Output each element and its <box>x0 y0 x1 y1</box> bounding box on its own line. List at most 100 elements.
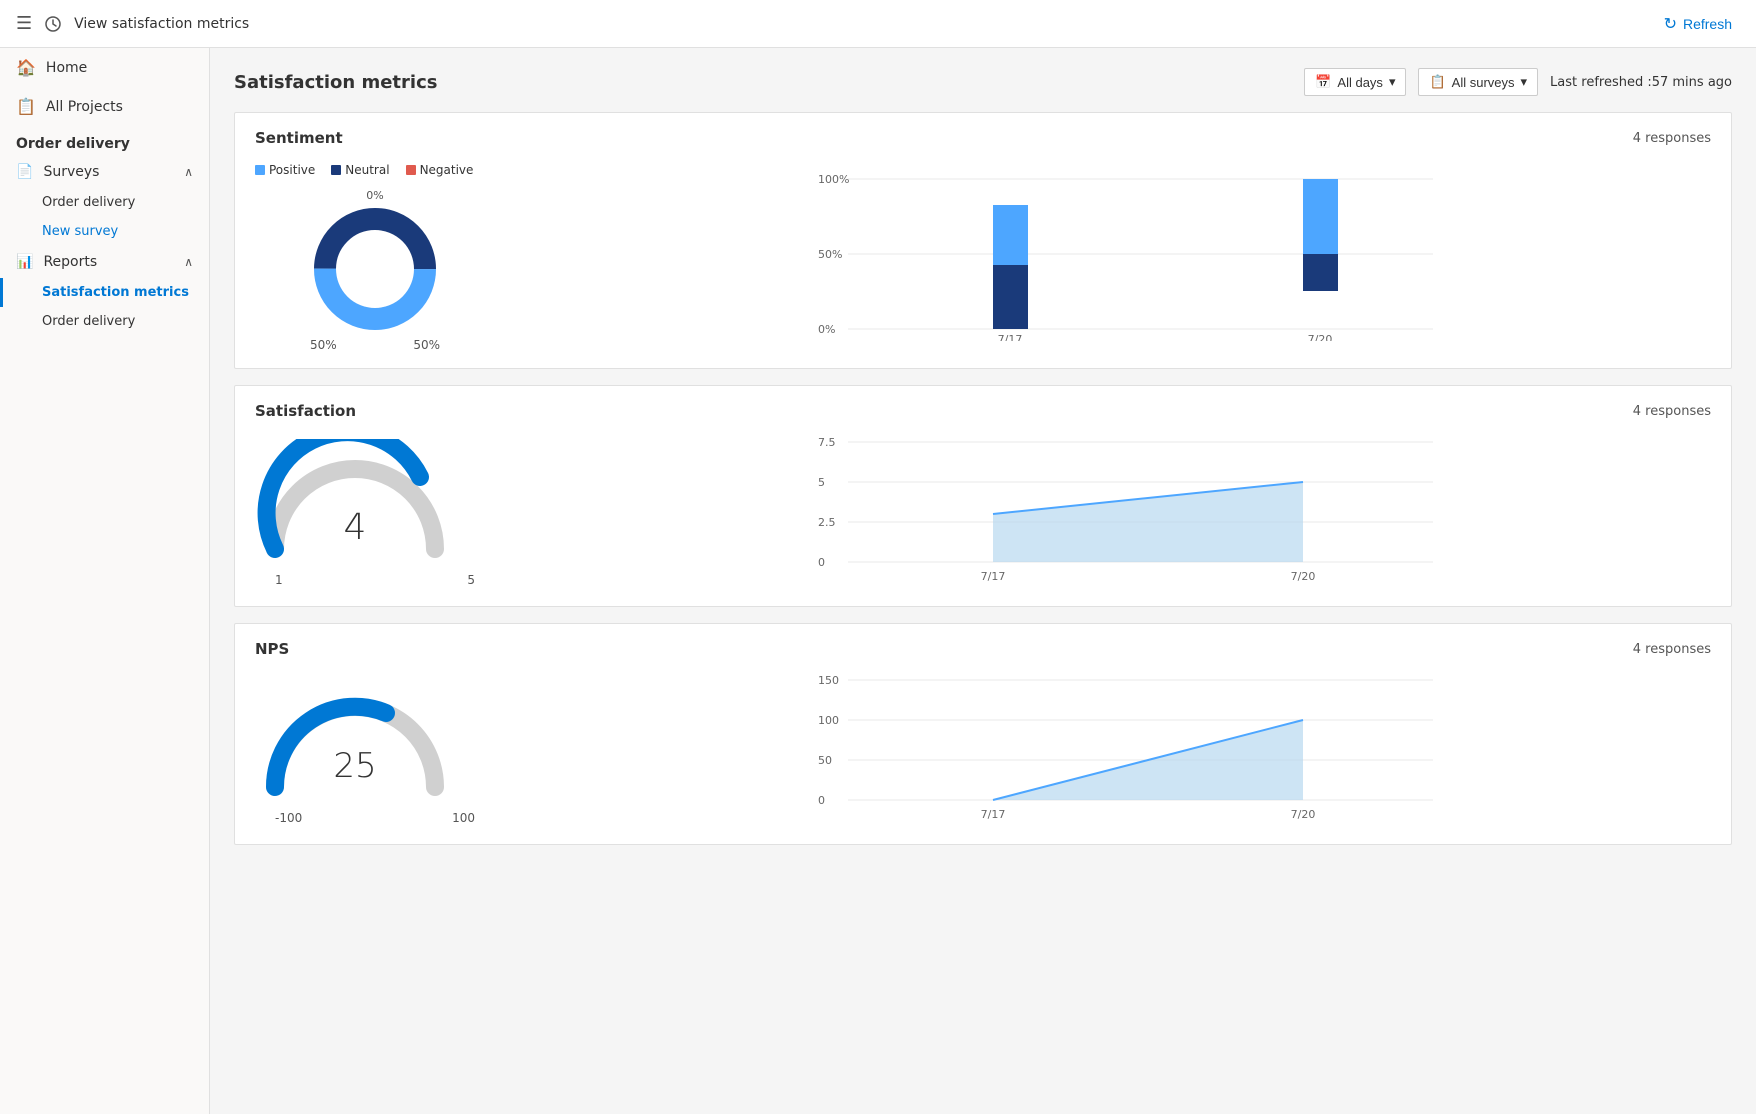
nps-area-section: 150 100 50 0 <box>535 674 1711 828</box>
donut-top-label: 0% <box>366 189 383 202</box>
page-title: Satisfaction metrics <box>234 72 437 93</box>
donut-chart <box>310 204 440 334</box>
svg-text:0: 0 <box>818 556 825 569</box>
sentiment-responses: 4 responses <box>1633 131 1711 146</box>
nps-gauge-section: 25 -100 100 <box>255 677 495 825</box>
surveys-group-left: 📄 Surveys <box>16 164 99 180</box>
bar-720-positive <box>1303 179 1338 254</box>
surveys-filter-button[interactable]: 📋 All surveys ▾ <box>1418 68 1538 96</box>
sentiment-card-header: Sentiment 4 responses <box>255 129 1711 147</box>
hamburger-icon[interactable]: ☰ <box>16 13 32 34</box>
bar-720-neutral <box>1303 254 1338 291</box>
sentiment-donut-section: Positive Neutral Negative 0% <box>255 163 495 352</box>
nps-gauge: 25 <box>255 677 455 807</box>
svg-text:0%: 0% <box>818 323 835 336</box>
legend-positive: Positive <box>255 163 315 177</box>
reports-chevron-icon: ∧ <box>184 255 193 269</box>
sidebar-item-all-projects[interactable]: 📋 All Projects <box>0 87 209 126</box>
top-bar: ☰ View satisfaction metrics ↻ Refresh <box>0 0 1756 48</box>
sentiment-title: Sentiment <box>255 129 343 147</box>
surveys-filter-label: All surveys <box>1452 75 1515 90</box>
satisfaction-card-header: Satisfaction 4 responses <box>255 402 1711 420</box>
svg-text:5: 5 <box>818 476 825 489</box>
svg-text:100: 100 <box>818 714 839 727</box>
bar-717-positive <box>993 205 1028 265</box>
days-filter-button[interactable]: 📅 All days ▾ <box>1304 68 1406 96</box>
page-controls: 📅 All days ▾ 📋 All surveys ▾ Last refres… <box>1304 68 1732 96</box>
svg-text:7/20: 7/20 <box>1291 570 1316 583</box>
last-refreshed-text: Last refreshed :57 mins ago <box>1550 75 1732 90</box>
layout: 🏠 Home 📋 All Projects Order delivery 📄 S… <box>0 48 1756 1114</box>
bar-717-neutral <box>993 265 1028 329</box>
svg-text:100%: 100% <box>818 173 849 186</box>
sidebar-reports-group[interactable]: 📊 Reports ∧ <box>0 246 209 278</box>
neutral-dot <box>331 165 341 175</box>
reports-group-left: 📊 Reports <box>16 254 97 270</box>
satisfaction-gauge: 4 <box>255 439 455 569</box>
surveys-icon: 📄 <box>16 164 33 180</box>
sidebar-item-order-delivery-report[interactable]: Order delivery <box>0 307 209 336</box>
svg-text:7/20: 7/20 <box>1308 333 1333 341</box>
sidebar-item-home[interactable]: 🏠 Home <box>0 48 209 87</box>
svg-text:50: 50 <box>818 754 832 767</box>
satisfaction-card: Satisfaction 4 responses 4 1 5 <box>234 385 1732 607</box>
surveys-chevron-icon: ▾ <box>1521 74 1528 90</box>
svg-text:25: 25 <box>333 746 376 786</box>
days-chevron-icon: ▾ <box>1389 74 1396 90</box>
calendar-icon: 📅 <box>1315 74 1331 90</box>
satisfaction-area <box>993 482 1303 562</box>
satisfaction-area-chart: 7.5 5 2.5 0 <box>535 436 1711 586</box>
donut-labels: 50% 50% <box>310 338 440 352</box>
gauge-min-label: 1 <box>275 573 283 587</box>
satisfaction-gauge-labels: 1 5 <box>275 573 475 587</box>
nps-card-header: NPS 4 responses <box>255 640 1711 658</box>
svg-text:50%: 50% <box>818 248 842 261</box>
sentiment-bar-section: 100% 50% 0% 7/17 <box>535 171 1711 345</box>
positive-dot <box>255 165 265 175</box>
breadcrumb-text: View satisfaction metrics <box>74 16 249 32</box>
sidebar-home-label: Home <box>46 60 87 76</box>
surveys-group-label: Surveys <box>43 164 99 180</box>
sidebar-item-order-delivery-survey[interactable]: Order delivery <box>0 188 209 217</box>
sentiment-card: Sentiment 4 responses Positive Neutral <box>234 112 1732 369</box>
svg-text:0: 0 <box>818 794 825 807</box>
sidebar-surveys-group[interactable]: 📄 Surveys ∧ <box>0 156 209 188</box>
refresh-button[interactable]: ↻ Refresh <box>1656 10 1740 38</box>
nps-title: NPS <box>255 640 289 658</box>
sentiment-card-body: Positive Neutral Negative 0% <box>255 163 1711 352</box>
sidebar: 🏠 Home 📋 All Projects Order delivery 📄 S… <box>0 48 210 1114</box>
svg-text:2.5: 2.5 <box>818 516 836 529</box>
reports-icon: 📊 <box>16 254 33 270</box>
legend-positive-label: Positive <box>269 163 315 177</box>
nps-gauge-labels: -100 100 <box>275 811 475 825</box>
legend-neutral: Neutral <box>331 163 389 177</box>
svg-text:150: 150 <box>818 674 839 687</box>
projects-icon: 📋 <box>16 97 36 116</box>
satisfaction-title: Satisfaction <box>255 402 356 420</box>
surveys-chevron-icon: ∧ <box>184 165 193 179</box>
main-content: Satisfaction metrics 📅 All days ▾ 📋 All … <box>210 48 1756 1114</box>
svg-text:7/17: 7/17 <box>998 333 1023 341</box>
legend-negative: Negative <box>406 163 474 177</box>
sidebar-item-satisfaction-metrics[interactable]: Satisfaction metrics <box>0 278 209 307</box>
svg-text:7.5: 7.5 <box>818 436 836 449</box>
sidebar-section-order-delivery: Order delivery <box>0 126 209 156</box>
satisfaction-gauge-section: 4 1 5 <box>255 439 495 587</box>
satisfaction-responses: 4 responses <box>1633 404 1711 419</box>
svg-text:7/17: 7/17 <box>981 570 1006 583</box>
donut-right-label: 50% <box>413 338 440 352</box>
nps-card: NPS 4 responses 25 <box>234 623 1732 845</box>
home-icon: 🏠 <box>16 58 36 77</box>
top-bar-left: ☰ View satisfaction metrics <box>16 13 249 34</box>
nps-gauge-min-label: -100 <box>275 811 302 825</box>
satisfaction-card-body: 4 1 5 7.5 5 2.5 0 <box>255 436 1711 590</box>
reports-group-label: Reports <box>43 254 97 270</box>
svg-text:4: 4 <box>344 507 367 548</box>
breadcrumb-icon <box>44 15 62 33</box>
sentiment-legend: Positive Neutral Negative <box>255 163 495 177</box>
nps-area-chart: 150 100 50 0 <box>535 674 1711 824</box>
negative-dot <box>406 165 416 175</box>
refresh-label: Refresh <box>1683 16 1732 32</box>
sidebar-item-new-survey[interactable]: New survey <box>0 217 209 246</box>
page-header: Satisfaction metrics 📅 All days ▾ 📋 All … <box>234 68 1732 96</box>
